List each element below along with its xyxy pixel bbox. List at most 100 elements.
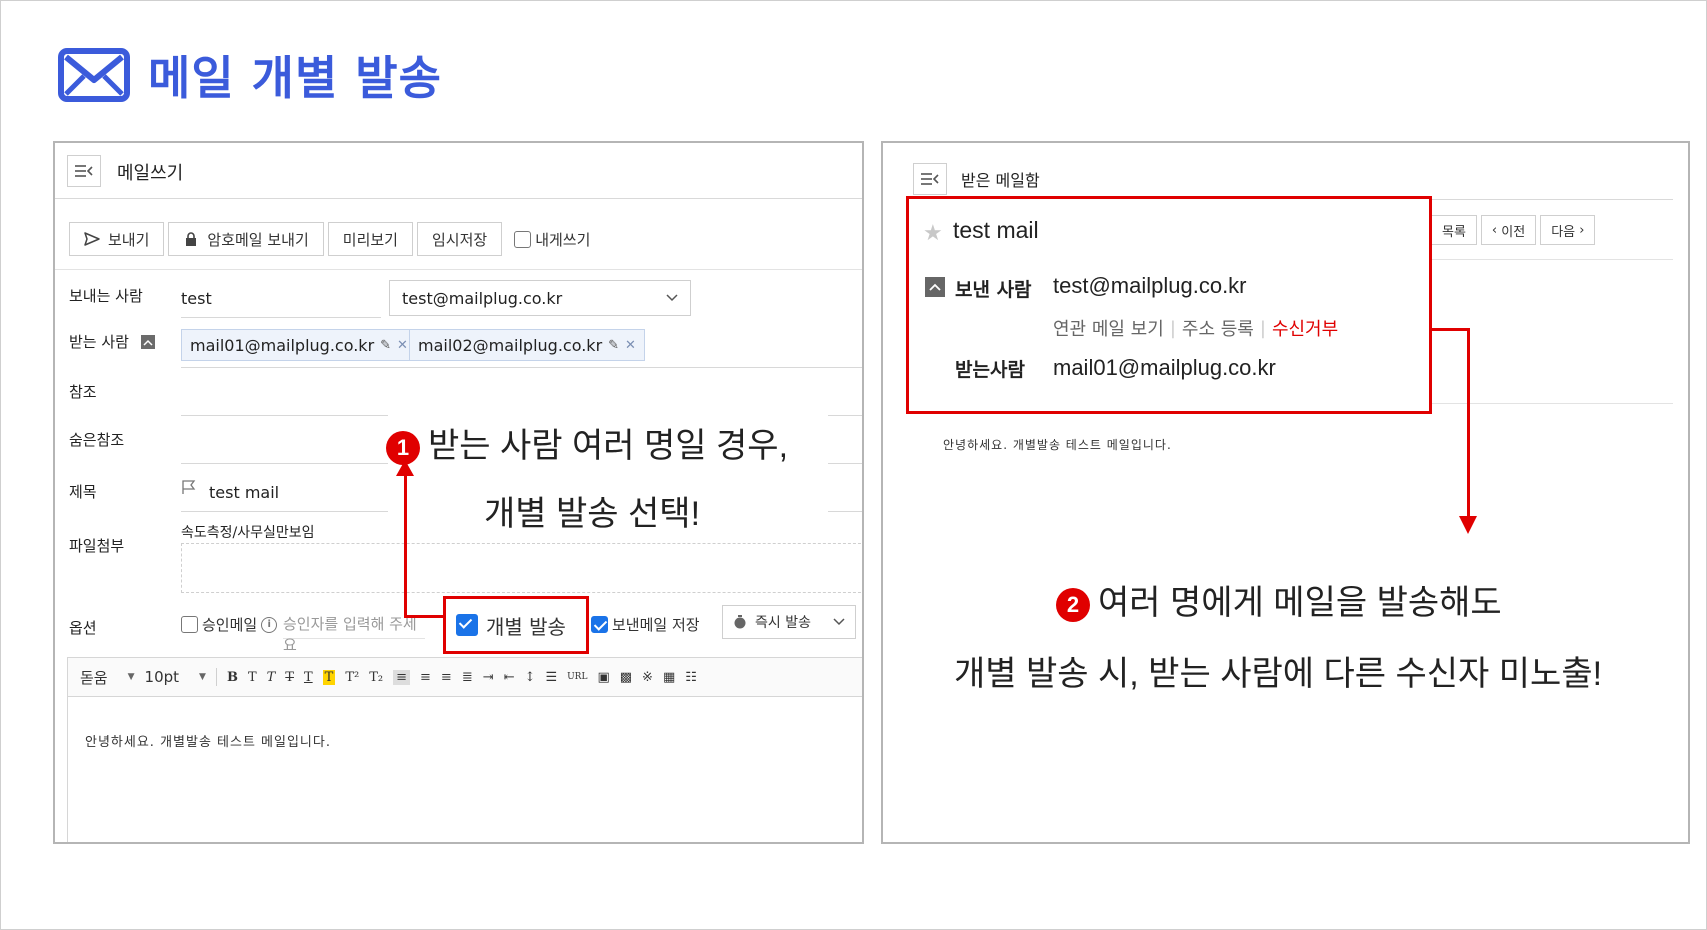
attach-dropzone[interactable] — [181, 543, 862, 593]
recipient-chip[interactable]: mail01@mailplug.co.kr ✎ ✕ — [181, 329, 417, 361]
callout2-line2: 개별 발송 시, 받는 사람에 다른 수신자 미노출! — [954, 655, 1603, 693]
approval-box[interactable] — [181, 616, 198, 633]
attach-label: 파일첨부 — [69, 537, 125, 555]
preview-button[interactable]: 미리보기 — [327, 222, 413, 256]
mail-icon — [58, 48, 130, 102]
outdent-icon[interactable]: ⇤ — [504, 670, 515, 685]
save-sent-label: 보낸메일 저장 — [612, 616, 700, 634]
send-button[interactable]: 보내기 — [69, 222, 165, 256]
editor-body[interactable] — [67, 697, 862, 842]
next-button[interactable]: 다음 › — [1540, 215, 1596, 245]
save-sent-box[interactable] — [591, 616, 608, 633]
callout1-arrow-line — [404, 615, 444, 618]
special-char-icon[interactable]: ※ — [642, 670, 653, 685]
toolbar-separator — [215, 668, 217, 686]
to-label: 받는 사람 — [69, 333, 129, 351]
align-center-icon[interactable]: ≡ — [420, 670, 431, 685]
lock-icon — [186, 232, 197, 246]
subject-input[interactable]: test mail — [209, 483, 279, 502]
save-sent-checkbox[interactable]: 보낸메일 저장 — [591, 614, 700, 635]
send-timing-select[interactable]: 즉시 발송 — [722, 605, 856, 639]
inbox-header: 받은 메일함 — [913, 163, 1040, 195]
from-name-underline — [181, 317, 381, 318]
arrow-up-icon — [396, 460, 414, 476]
pencil-icon[interactable]: ✎ — [380, 338, 391, 353]
font-color-icon[interactable]: T — [304, 670, 313, 685]
list-button[interactable]: 목록 — [1431, 215, 1477, 245]
info-icon[interactable]: i — [261, 616, 278, 633]
bold-icon[interactable]: B — [227, 670, 238, 685]
send-to-self-box[interactable] — [514, 230, 532, 248]
link-separator: | — [1259, 317, 1266, 339]
chevron-left-icon: ‹ — [1491, 222, 1502, 238]
timer-icon — [734, 615, 746, 629]
individual-send-label: 개별 발송 — [486, 614, 566, 639]
approval-checkbox[interactable]: 승인메일 i — [181, 614, 278, 635]
editor-content[interactable]: 안녕하세요. 개별발송 테스트 메일입니다. — [85, 731, 331, 750]
align-left-icon[interactable]: ≡ — [393, 669, 410, 685]
chevron-down-icon — [833, 618, 845, 626]
individual-send-option[interactable]: 개별 발송 — [443, 596, 589, 654]
send-to-self-checkbox[interactable]: 내게쓰기 — [514, 229, 590, 250]
save-draft-button[interactable]: 임시저장 — [416, 222, 503, 256]
to-collapse-icon[interactable] — [141, 335, 155, 349]
callout2-arrow-line — [1467, 328, 1470, 518]
sender-collapse-icon[interactable] — [925, 277, 945, 297]
menu-toggle-button[interactable] — [67, 155, 101, 187]
callout1-arrow-line — [404, 474, 407, 618]
chevron-right-icon: › — [1575, 222, 1585, 238]
list-icon[interactable]: ☰ — [545, 670, 557, 685]
menu-collapse-icon — [921, 173, 939, 185]
prev-button[interactable]: ‹ 이전 — [1480, 215, 1537, 245]
hr-icon[interactable]: ☷ — [685, 670, 697, 685]
toolbar-divider — [55, 269, 862, 270]
add-address-link[interactable]: 주소 등록 — [1182, 315, 1254, 341]
from-email-select[interactable]: test@mailplug.co.kr — [389, 280, 691, 316]
strike-icon[interactable]: T — [285, 670, 294, 685]
sender-actions: 연관 메일 보기 | 주소 등록 | 수신거부 — [1053, 315, 1338, 341]
star-icon[interactable]: ★ — [923, 221, 943, 246]
media-icon[interactable]: ▩ — [620, 670, 632, 685]
table-icon[interactable]: ▦ — [663, 670, 675, 685]
related-mail-link[interactable]: 연관 메일 보기 — [1053, 315, 1164, 341]
remove-icon[interactable]: ✕ — [397, 338, 408, 353]
mail-nav: 목록 ‹ 이전 다음 › — [1431, 215, 1596, 245]
cc-label: 참조 — [69, 383, 97, 401]
underline-style-icon[interactable]: T — [248, 670, 257, 685]
send-to-self-label: 내게쓰기 — [535, 230, 591, 249]
attach-file-name[interactable]: 속도측정/사무실만보임 — [181, 522, 315, 542]
arrow-down-icon — [1459, 516, 1477, 534]
align-justify-icon[interactable]: ≣ — [462, 670, 473, 685]
send-label: 보내기 — [108, 230, 150, 249]
superscript-icon[interactable]: T² — [345, 670, 359, 685]
image-icon[interactable]: ▣ — [597, 670, 609, 685]
page-title: 메일 개별 발송 — [148, 51, 442, 105]
align-right-icon[interactable]: ≡ — [441, 670, 452, 685]
indent-icon[interactable]: ⇥ — [483, 670, 494, 685]
mail-subject: test mail — [953, 217, 1039, 243]
chevron-down-icon — [666, 294, 678, 302]
pencil-icon[interactable]: ✎ — [608, 338, 619, 353]
link-icon[interactable]: URL — [567, 672, 587, 682]
font-family-select[interactable]: 돋움 ▼ — [80, 667, 135, 688]
italic-icon[interactable]: T — [267, 670, 276, 685]
from-name-input[interactable]: test — [181, 289, 212, 308]
font-size-value: 10pt — [144, 668, 180, 686]
mail-detail-header: ★ test mail 보낸 사람 test@mailplug.co.kr 연관… — [906, 196, 1432, 414]
highlight-icon[interactable]: T — [322, 669, 336, 685]
callout2-arrow-line — [1432, 328, 1470, 331]
send-timing-value: 즉시 발송 — [755, 615, 811, 631]
subscript-icon[interactable]: T₂ — [369, 670, 383, 685]
sender-email[interactable]: test@mailplug.co.kr — [1053, 273, 1247, 299]
block-sender-link[interactable]: 수신거부 — [1272, 315, 1338, 341]
recipient-chip[interactable]: mail02@mailplug.co.kr ✎ ✕ — [409, 329, 645, 361]
individual-send-box[interactable] — [456, 614, 478, 636]
recipient-email[interactable]: mail01@mailplug.co.kr — [1053, 355, 1276, 381]
to-underline — [181, 367, 862, 368]
line-height-icon[interactable]: ↕ — [525, 670, 536, 685]
font-size-select[interactable]: 10pt ▼ — [145, 668, 206, 686]
remove-icon[interactable]: ✕ — [625, 338, 636, 353]
menu-toggle-button[interactable] — [913, 163, 947, 195]
flag-icon[interactable] — [181, 479, 197, 495]
secure-send-button[interactable]: 암호메일 보내기 — [168, 222, 324, 256]
